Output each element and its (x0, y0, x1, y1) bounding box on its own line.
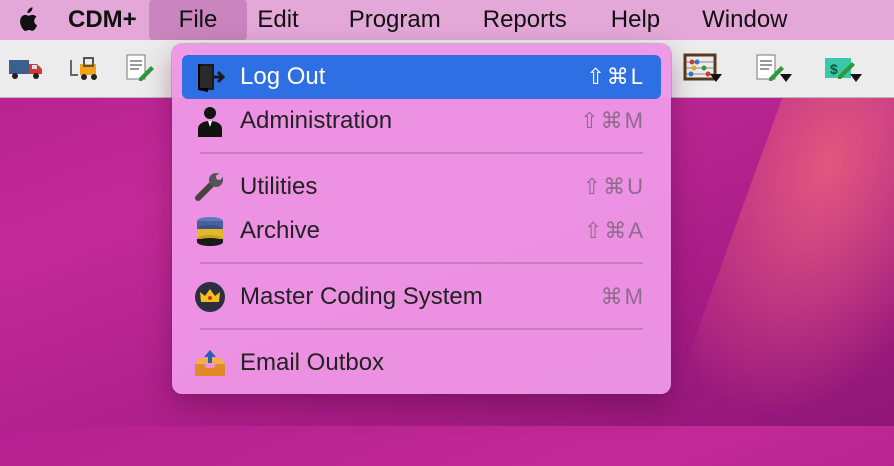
menu-item-shortcut: ⇧⌘L (586, 64, 645, 89)
menu-item-log-out[interactable]: Log Out ⇧⌘L (182, 55, 661, 99)
desktop-wallpaper-accent (675, 33, 894, 466)
menu-item-shortcut: ⌘M (600, 284, 645, 309)
menu-item-archive[interactable]: Archive ⇧⌘A (182, 209, 661, 253)
menu-separator (200, 262, 643, 264)
toolbar-button-abacus[interactable] (680, 48, 722, 88)
admin-person-icon (188, 105, 232, 137)
menu-item-label: Email Outbox (240, 349, 385, 376)
menu-reports[interactable]: Reports (463, 0, 587, 40)
dropdown-arrow-icon (710, 74, 722, 82)
menu-separator (200, 328, 643, 330)
menu-item-label: Log Out (240, 63, 326, 90)
outbox-tray-icon (188, 348, 232, 378)
log-out-door-icon (188, 62, 232, 92)
toolbar-button-forklift[interactable] (64, 48, 104, 88)
toolbar-button-money[interactable]: $ (820, 48, 862, 88)
menu-item-label: Utilities (240, 173, 318, 200)
forklift-icon (70, 57, 97, 80)
menu-item-label: Archive (240, 217, 321, 244)
document-edit-icon (126, 54, 154, 81)
menu-item-administration[interactable]: Administration ⇧⌘M (182, 99, 661, 143)
menu-program[interactable]: Program (309, 0, 463, 40)
menu-item-shortcut: ⇧⌘M (580, 108, 645, 133)
menu-item-shortcut: ⇧⌘A (583, 218, 645, 243)
app-menu-cdm[interactable]: CDM+ (54, 0, 149, 40)
file-menu-dropdown: Log Out ⇧⌘L Administration ⇧⌘M Utilities… (172, 44, 671, 394)
menu-item-email-outbox[interactable]: Email Outbox (182, 341, 661, 385)
menu-separator (200, 152, 643, 154)
apple-logo-icon (20, 7, 37, 31)
wrench-icon (188, 172, 232, 202)
toolbar-button-document[interactable] (120, 48, 160, 88)
menu-item-utilities[interactable]: Utilities ⇧⌘U (182, 165, 661, 209)
dropdown-arrow-icon (850, 74, 862, 82)
delivery-truck-icon (9, 60, 42, 79)
menu-file[interactable]: File (148, 0, 248, 40)
dropdown-arrow-icon (780, 74, 792, 82)
menu-edit[interactable]: Edit (247, 0, 308, 40)
menu-item-master-coding-system[interactable]: Master Coding System ⌘M (182, 275, 661, 319)
toolbar-button-truck[interactable] (6, 48, 46, 88)
crown-icon (188, 281, 232, 313)
apple-menu[interactable] (0, 7, 54, 33)
svg-text:$: $ (830, 61, 838, 77)
menu-item-label: Administration (240, 107, 393, 134)
toolbar-button-document-menu[interactable] (750, 48, 792, 88)
database-icon (188, 215, 232, 247)
menu-item-label: Master Coding System (240, 283, 483, 310)
menu-item-shortcut: ⇧⌘U (582, 174, 645, 199)
menu-help[interactable]: Help (587, 0, 680, 40)
menu-bar: CDM+ File Edit Program Reports Help Wind… (0, 0, 894, 40)
menu-window[interactable]: Window (680, 0, 803, 40)
